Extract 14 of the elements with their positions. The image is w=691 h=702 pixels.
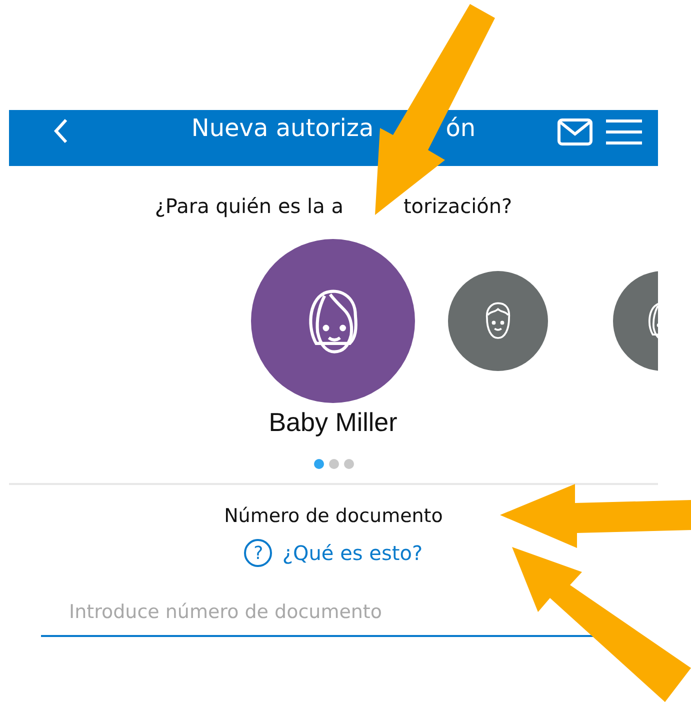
menu-icon[interactable] bbox=[606, 119, 642, 145]
window-title: ón bbox=[446, 114, 476, 142]
help-link[interactable]: ¿Qué es esto? bbox=[282, 541, 423, 565]
question-heading: torización? bbox=[403, 194, 512, 218]
page-dot[interactable] bbox=[344, 459, 354, 469]
page-dot[interactable] bbox=[328, 459, 338, 469]
profile-name: Baby Miller bbox=[268, 407, 398, 438]
mail-icon[interactable] bbox=[557, 118, 593, 146]
back-icon[interactable] bbox=[53, 118, 69, 144]
question-heading: ¿Para quién es la a bbox=[154, 194, 344, 218]
field-label: Número de documento bbox=[223, 505, 444, 527]
page-dot[interactable] bbox=[314, 459, 324, 469]
window-title: Nueva autoriza bbox=[191, 114, 374, 142]
help-icon[interactable]: ? bbox=[244, 539, 272, 567]
